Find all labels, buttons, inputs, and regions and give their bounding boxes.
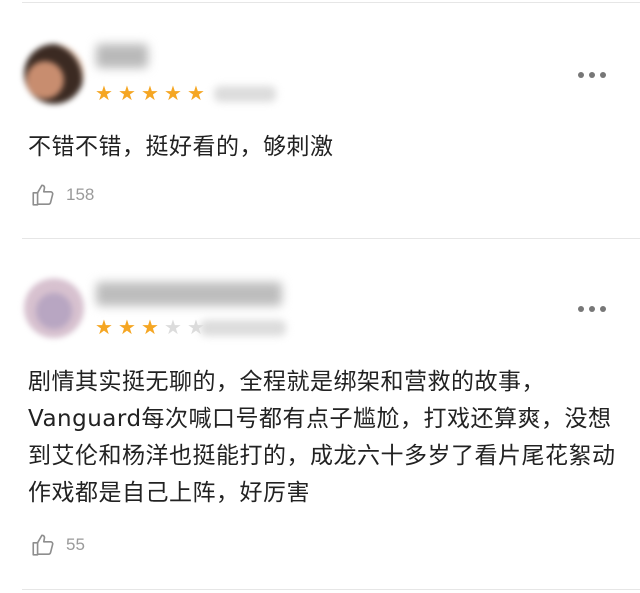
divider (22, 589, 640, 590)
rating-stars: ★ ★ ★ ★ ★ (94, 82, 206, 104)
star-filled-icon: ★ (187, 81, 205, 105)
review-list: ★ ★ ★ ★ ★ 不错不错，挺好看的，够刺激 158 ★ ★ ★ ★ ★ 剧情其实挺无聊的，全… (0, 0, 640, 593)
thumbs-up-icon (30, 182, 56, 208)
user-name-redacted[interactable] (96, 282, 282, 306)
like-button[interactable]: 158 (30, 182, 94, 208)
star-filled-icon: ★ (95, 81, 113, 105)
star-filled-icon: ★ (164, 81, 182, 105)
post-date-redacted (200, 320, 286, 336)
star-empty-icon: ★ (164, 315, 182, 339)
like-count: 158 (66, 185, 95, 204)
user-name-redacted[interactable] (96, 44, 148, 68)
star-filled-icon: ★ (141, 315, 159, 339)
review-text: 不错不错，挺好看的，够刺激 (28, 134, 334, 160)
post-date-redacted (214, 86, 276, 102)
divider (22, 2, 640, 3)
like-count: 55 (66, 535, 85, 554)
more-dots-icon[interactable] (578, 304, 606, 314)
star-filled-icon: ★ (95, 315, 113, 339)
thumbs-up-icon (30, 532, 56, 558)
star-filled-icon: ★ (118, 315, 136, 339)
divider (22, 238, 640, 239)
star-filled-icon: ★ (118, 81, 136, 105)
star-filled-icon: ★ (141, 81, 159, 105)
more-dots-icon[interactable] (578, 70, 606, 80)
avatar[interactable] (24, 44, 84, 104)
rating-stars: ★ ★ ★ ★ ★ (94, 316, 206, 338)
review-text: 剧情其实挺无聊的，全程就是绑架和营救的故事，Vanguard每次喊口号都有点子尴… (28, 369, 616, 506)
avatar[interactable] (24, 278, 84, 338)
like-button[interactable]: 55 (30, 532, 85, 558)
